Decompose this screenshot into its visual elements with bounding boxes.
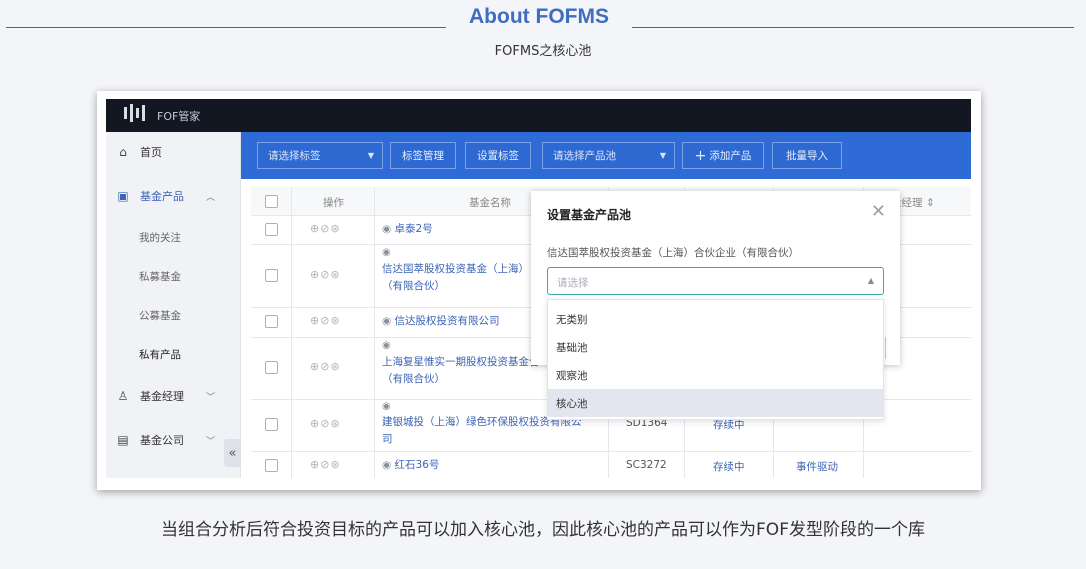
- title-divider-left: [6, 27, 446, 28]
- pool-option-watch[interactable]: 观察池: [548, 361, 883, 389]
- fund-name-text: 司: [382, 433, 393, 445]
- row-actions[interactable]: ⊕⊘⊛: [310, 458, 341, 471]
- sidebar-item-label: 基金公司: [140, 434, 184, 447]
- slide: About FOFMS FOFMS之核心池 FOF管家 ⌂ 首页 ▣ 基金产品 …: [0, 0, 1086, 569]
- sidebar-item-my-follow[interactable]: 我的关注: [106, 217, 241, 257]
- column-header-ops: 操作: [323, 197, 344, 209]
- toolbar: 请选择标签 ▼ 标签管理 设置标签 请选择产品池 ▼ + 添加产品 批量导入: [241, 132, 971, 179]
- chevron-down-icon: ﹀: [206, 436, 216, 447]
- row-actions[interactable]: ⊕⊘⊛: [310, 314, 341, 327]
- fund-name-text: 卓泰2号: [394, 223, 433, 235]
- sidebar-item-home[interactable]: ⌂ 首页: [106, 132, 241, 172]
- eye-icon: ◉: [382, 459, 392, 471]
- column-header-name: 基金名称: [469, 197, 511, 209]
- sidebar-item-label: 基金经理: [140, 390, 184, 403]
- fund-name-link[interactable]: 上海复星惟实一期股权投资基金合 （有限合伙）: [382, 354, 540, 388]
- home-icon: ⌂: [119, 145, 127, 159]
- slide-caption: 当组合分析后符合投资目标的产品可以加入核心池，因此核心池的产品可以作为FOF发型…: [161, 520, 925, 540]
- pool-option-basic[interactable]: 基础池: [548, 333, 883, 361]
- slide-title: About FOFMS: [469, 5, 609, 28]
- chevron-down-icon: ﹀: [206, 392, 216, 403]
- tag-select-placeholder: 请选择标签: [268, 150, 321, 162]
- add-product-label: 添加产品: [709, 150, 752, 162]
- row-actions[interactable]: ⊕⊘⊛: [310, 417, 341, 430]
- fund-name-text: （有限合伙）: [382, 373, 445, 385]
- logo-text: FOF管家: [157, 110, 201, 123]
- fund-name-link[interactable]: ◉ 信达股权投资有限公司: [382, 313, 500, 330]
- fund-name-link[interactable]: ◉ 红石36号: [382, 457, 439, 474]
- fofms-app: FOF管家 ⌂ 首页 ▣ 基金产品 ︿ 我的关注 私募基金 公募基金 私有产品 …: [106, 99, 971, 478]
- fund-code: SC3272: [626, 459, 667, 471]
- row-checkbox[interactable]: [265, 418, 278, 431]
- eye-icon: ◉: [382, 223, 392, 235]
- eye-icon: ◉: [382, 315, 392, 327]
- select-all-checkbox[interactable]: [265, 195, 278, 208]
- eye-icon: ◉: [382, 340, 391, 351]
- fund-name-text: 上海复星惟实一期股权投资基金合: [382, 356, 540, 368]
- add-product-button[interactable]: + 添加产品: [682, 142, 764, 169]
- pool-select[interactable]: 请选择 ▲: [547, 267, 884, 295]
- row-actions[interactable]: ⊕⊘⊛: [310, 360, 341, 373]
- collapse-sidebar-button[interactable]: «: [224, 439, 241, 467]
- pool-option-none[interactable]: 无类别: [548, 305, 883, 333]
- row-checkbox[interactable]: [265, 269, 278, 282]
- chevron-up-icon: ︿: [206, 192, 216, 203]
- slide-subtitle: FOFMS之核心池: [494, 44, 592, 59]
- modal-button-edge: [885, 337, 886, 359]
- fund-name-text: （有限合伙）: [382, 280, 445, 292]
- sidebar-item-private-fund[interactable]: 私募基金: [106, 256, 241, 296]
- sidebar-item-own-products[interactable]: 私有产品: [106, 334, 241, 374]
- top-bar: FOF管家: [106, 99, 971, 132]
- sidebar-item-fund-products[interactable]: ▣ 基金产品 ︿: [106, 176, 241, 216]
- sidebar-item-label: 首页: [140, 146, 162, 159]
- pool-option-core[interactable]: 核心池: [548, 389, 883, 417]
- sidebar-item-fund-companies[interactable]: ▤ 基金公司 ﹀: [106, 420, 241, 460]
- company-icon: ▤: [117, 433, 129, 447]
- fund-name-text: 红石36号: [394, 459, 440, 471]
- sidebar-item-fund-managers[interactable]: ♙ 基金经理 ﹀: [106, 376, 241, 416]
- row-actions[interactable]: ⊕⊘⊛: [310, 268, 341, 281]
- caret-up-icon: ▲: [867, 276, 874, 285]
- fund-strategy: 事件驱动: [796, 461, 838, 473]
- batch-import-button[interactable]: 批量导入: [772, 142, 842, 169]
- modal-title: 设置基金产品池: [547, 208, 632, 222]
- fund-name-link[interactable]: 信达国萃股权投资基金（上海） （有限合伙）: [382, 261, 529, 295]
- modal-fund-name: 信达国萃股权投资基金（上海）合伙企业（有限合伙）: [547, 247, 799, 259]
- eye-icon: ◉: [382, 401, 391, 412]
- screenshot-frame: FOF管家 ⌂ 首页 ▣ 基金产品 ︿ 我的关注 私募基金 公募基金 私有产品 …: [97, 91, 981, 490]
- close-icon[interactable]: ✕: [871, 201, 886, 222]
- tag-select[interactable]: 请选择标签 ▼: [257, 142, 383, 169]
- pool-select-placeholder: 请选择: [557, 277, 589, 289]
- row-checkbox[interactable]: [265, 223, 278, 236]
- row-actions[interactable]: ⊕⊘⊛: [310, 222, 341, 235]
- plus-icon: +: [694, 147, 707, 164]
- manager-icon: ♙: [117, 389, 129, 403]
- fund-product-icon: ▣: [117, 189, 129, 203]
- eye-icon: ◉: [382, 247, 391, 258]
- product-pool-select[interactable]: 请选择产品池 ▼: [542, 142, 675, 169]
- pool-select-placeholder: 请选择产品池: [553, 150, 616, 162]
- caret-down-icon: ▼: [659, 151, 666, 160]
- tag-manage-button[interactable]: 标签管理: [390, 142, 456, 169]
- row-checkbox[interactable]: [265, 315, 278, 328]
- sidebar-item-public-fund[interactable]: 公募基金: [106, 295, 241, 335]
- title-divider-right: [632, 27, 1074, 28]
- logo-icon: [124, 102, 145, 124]
- fund-name-text: 信达股权投资有限公司: [394, 315, 500, 327]
- row-checkbox[interactable]: [265, 459, 278, 472]
- fund-status: 存续中: [713, 461, 745, 473]
- sidebar-item-label: 基金产品: [140, 190, 184, 203]
- caret-down-icon: ▼: [367, 151, 374, 160]
- fund-name-link[interactable]: ◉ 卓泰2号: [382, 221, 433, 238]
- row-checkbox[interactable]: [265, 361, 278, 374]
- sort-icon: ⇕: [925, 197, 935, 209]
- pool-dropdown: 无类别 基础池 观察池 核心池: [547, 299, 884, 420]
- sidebar: ⌂ 首页 ▣ 基金产品 ︿ 我的关注 私募基金 公募基金 私有产品 ♙ 基金经理…: [106, 132, 241, 478]
- set-tag-button[interactable]: 设置标签: [465, 142, 531, 169]
- fund-name-text: 信达国萃股权投资基金（上海）: [382, 263, 529, 275]
